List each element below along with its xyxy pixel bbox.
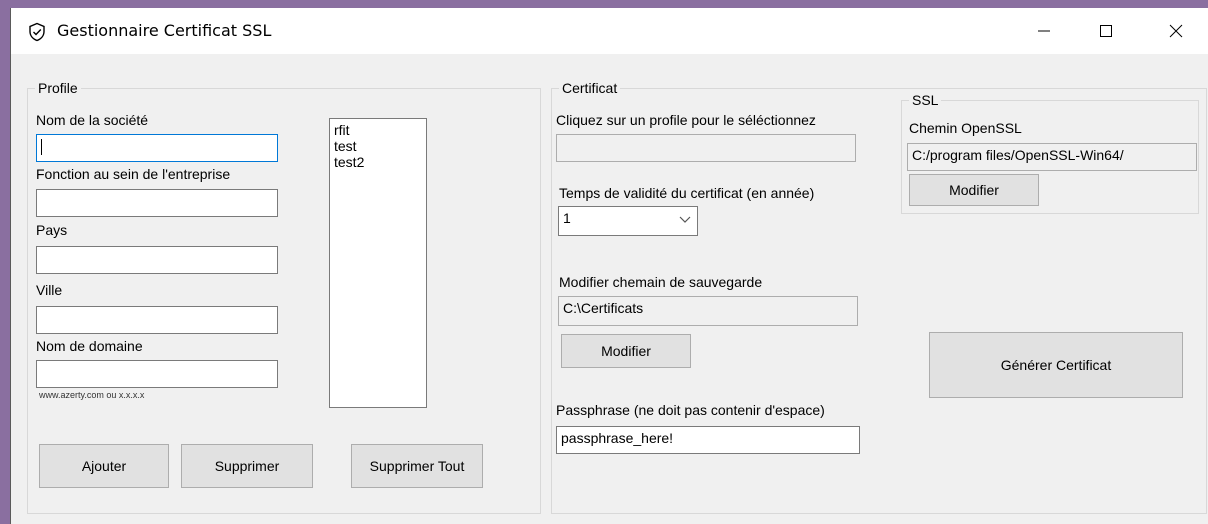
window-title: Gestionnaire Certificat SSL <box>57 21 272 40</box>
select-profile-label: Cliquez sur un profile pour le séléction… <box>556 112 816 128</box>
close-icon <box>1169 24 1183 38</box>
close-button[interactable] <box>1153 8 1199 54</box>
selected-profile-field <box>556 134 856 162</box>
delete-all-button[interactable]: Supprimer Tout <box>351 444 483 488</box>
minimize-icon <box>1038 30 1050 32</box>
add-button[interactable]: Ajouter <box>39 444 169 488</box>
maximize-icon <box>1100 25 1112 37</box>
function-field[interactable] <box>36 189 278 217</box>
app-window: Gestionnaire Certificat SSL Profile Nom … <box>10 8 1208 524</box>
profile-list-item[interactable]: test2 <box>334 154 422 170</box>
validity-select[interactable]: 1 <box>558 206 698 236</box>
modify-save-path-button[interactable]: Modifier <box>561 334 691 368</box>
modify-openssl-button[interactable]: Modifier <box>909 174 1039 206</box>
passphrase-field[interactable]: passphrase_here! <box>556 426 860 454</box>
delete-button[interactable]: Supprimer <box>181 444 313 488</box>
save-path-label: Modifier chemain de sauvegarde <box>559 274 763 290</box>
profile-list-item[interactable]: test <box>334 138 422 154</box>
profile-legend: Profile <box>35 79 81 97</box>
city-label: Ville <box>36 282 63 298</box>
ssl-legend: SSL <box>909 91 942 109</box>
passphrase-label: Passphrase (ne doit pas contenir d'espac… <box>556 402 825 418</box>
shield-check-icon <box>27 22 47 42</box>
openssl-path-field[interactable]: C:/program files/OpenSSL-Win64/ <box>907 143 1197 171</box>
profile-list[interactable]: rfit test test2 <box>329 118 427 408</box>
validity-label: Temps de validité du certificat (en anné… <box>559 185 815 201</box>
save-path-field[interactable]: C:\Certificats <box>558 296 858 326</box>
company-label: Nom de la société <box>36 112 149 128</box>
domain-field[interactable] <box>36 360 278 388</box>
country-field[interactable] <box>36 246 278 274</box>
company-field[interactable] <box>36 134 278 162</box>
generate-certificate-button[interactable]: Générer Certificat <box>929 332 1183 398</box>
chevron-down-icon <box>679 216 691 223</box>
country-label: Pays <box>36 222 68 238</box>
minimize-button[interactable] <box>1021 8 1067 54</box>
city-field[interactable] <box>36 306 278 334</box>
profile-list-item[interactable]: rfit <box>334 122 422 138</box>
domain-hint: www.azerty.com ou x.x.x.x <box>39 390 145 400</box>
domain-label: Nom de domaine <box>36 338 143 354</box>
maximize-button[interactable] <box>1083 8 1129 54</box>
openssl-label: Chemin OpenSSL <box>909 120 1022 136</box>
function-label: Fonction au sein de l'entreprise <box>36 166 231 182</box>
validity-select-value: 1 <box>563 210 571 226</box>
certificat-legend: Certificat <box>559 79 621 97</box>
title-bar: Gestionnaire Certificat SSL <box>11 8 1208 54</box>
